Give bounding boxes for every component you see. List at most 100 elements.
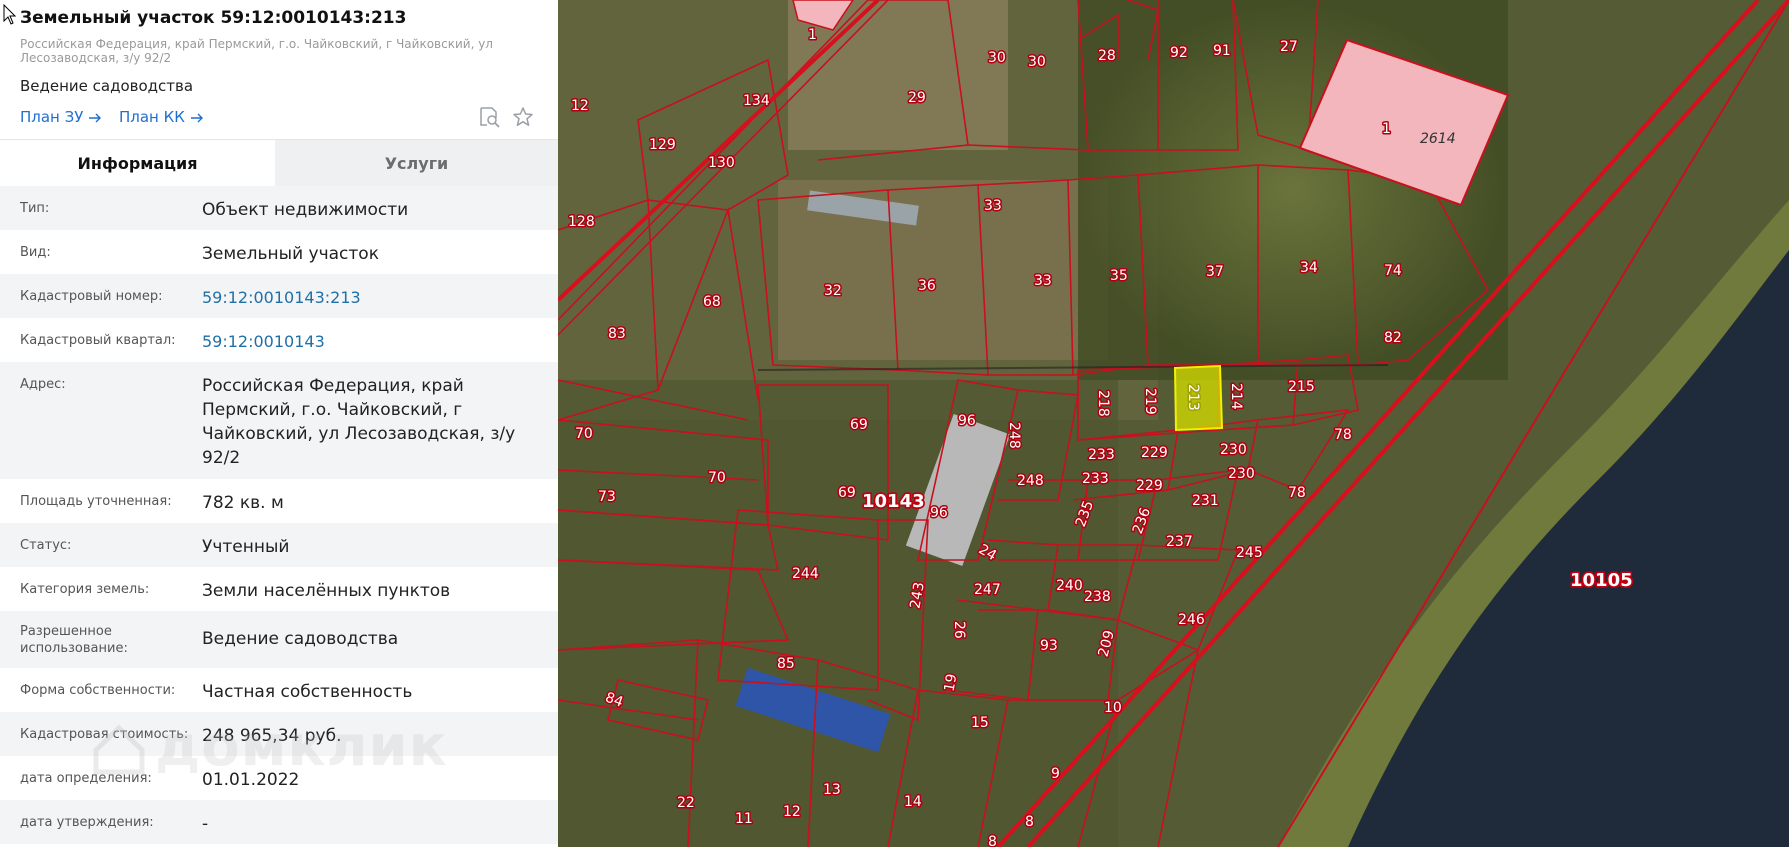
parcel-label: 19 [941,673,960,693]
info-row-land-category: Категория земель: Земли населённых пункт… [0,567,558,611]
info-row-cadastral-value: Кадастровая стоимость: 248 965,34 руб. [0,712,558,756]
info-label: Форма собственности: [20,683,176,698]
info-label: дата определения: [20,771,152,786]
parcel-address-subtitle: Российская Федерация, край Пермский, г.о… [20,37,493,65]
star-icon[interactable] [512,106,534,128]
parcel-label: 83 [608,326,626,342]
permitted-use-subtitle: Ведение садоводства [20,77,194,95]
parcel-label: 85 [777,656,795,672]
parcel-label: 30 [988,50,1006,66]
parcel-label: 2614 [1420,131,1456,147]
info-row-status: Статус: Учтенный [0,523,558,567]
search-document-icon[interactable] [478,106,500,128]
parcel-label: 1 [1382,121,1391,137]
parcel-label: 129 [649,137,676,153]
parcel-label: 214 [1228,383,1244,410]
info-row-permitted-use: Разрешенное использование: Ведение садов… [0,611,558,668]
info-row-type: Тип: Объект недвижимости [0,186,558,230]
parcel-label: 78 [1288,485,1306,501]
info-label: Статус: [20,538,72,553]
parcel-label: 9 [1051,766,1060,782]
parcel-label: 231 [1192,493,1219,509]
parcel-label: 230 [1228,466,1255,482]
tab-information[interactable]: Информация [0,140,275,187]
plan-kk-link[interactable]: План КК [119,108,204,126]
parcel-label: 35 [1110,268,1128,284]
parcel-label: 29 [908,90,926,106]
parcel-label: 240 [1056,578,1083,594]
parcel-label-selected: 213 [1185,384,1201,411]
parcel-label: 69 [838,485,856,501]
cadastral-map[interactable]: 1 30 30 28 92 91 27 29 12 134 129 130 12… [558,0,1789,847]
parcel-label: 96 [930,505,948,521]
parcel-label: 13 [823,782,841,798]
parcel-label: 248 [1017,473,1044,489]
quarter-label: 10105 [1570,570,1633,591]
map-canvas[interactable]: 1 30 30 28 92 91 27 29 12 134 129 130 12… [558,0,1789,847]
plan-kk-label: План КК [119,108,185,126]
info-value: Объект недвижимости [202,200,409,220]
parcel-label: 15 [971,715,989,731]
parcel-label: 74 [1384,263,1402,279]
parcel-label: 37 [1206,264,1224,280]
cadastral-quarter-link[interactable]: 59:12:0010143 [202,330,532,354]
info-label: Кадастровый квартал: [20,333,176,348]
parcel-label: 12 [571,98,589,114]
parcel-label: 8 [988,834,997,847]
info-row-cadastral-quarter: Кадастровый квартал: 59:12:0010143 [0,318,558,362]
cadastral-number-link[interactable]: 59:12:0010143:213 [202,286,532,310]
plan-zu-link[interactable]: План ЗУ [20,108,102,126]
info-value: Земли населённых пунктов [202,581,451,601]
parcel-label: 12 [783,804,801,820]
parcel-label: 96 [958,413,976,429]
parcel-label: 33 [984,198,1002,214]
parcel-label: 82 [1384,330,1402,346]
info-label: Адрес: [20,377,66,392]
info-row-area: Площадь уточненная: 782 кв. м [0,479,558,523]
info-value: 248 965,34 руб. [202,726,342,746]
info-row-cadastral-number: Кадастровый номер: 59:12:0010143:213 [0,274,558,318]
info-value: Ведение садоводства [202,629,399,649]
parcel-label: 233 [1088,447,1115,463]
parcel-label: 128 [568,214,595,230]
info-label: Тип: [20,201,50,216]
parcel-title: Земельный участок 59:12:0010143:213 [20,8,407,28]
info-value: Учтенный [202,537,290,557]
parcel-label: 93 [1040,638,1058,654]
tab-services[interactable]: Услуги [275,140,558,187]
parcel-label: 91 [1213,43,1231,59]
arrow-right-icon [89,113,102,122]
parcel-label: 14 [904,794,922,810]
info-label: Разрешенное использование: [20,624,128,656]
parcel-label: 11 [735,811,753,827]
quarter-label: 10143 [862,491,925,512]
parcel-label: 70 [708,470,726,486]
arrow-right-icon [190,113,203,122]
info-table: Тип: Объект недвижимости Вид: Земельный … [0,186,558,844]
mouse-pointer-icon [3,4,17,25]
info-value: Частная собственность [202,682,413,702]
parcel-label: 78 [1334,427,1352,443]
info-label: Категория земель: [20,582,150,597]
info-panel: Земельный участок 59:12:0010143:213 Росс… [0,0,558,847]
parcel-label: 26 [951,621,967,639]
parcel-label: 247 [974,582,1001,598]
parcel-label: 68 [703,294,721,310]
parcel-label: 229 [1141,445,1168,461]
info-label: Кадастровая стоимость: [20,727,189,742]
info-label: дата утверждения: [20,815,154,830]
residential-vegetation [558,380,1118,847]
parcel-label: 32 [824,283,842,299]
parcel-label: 229 [1136,478,1163,494]
info-value: 01.01.2022 [202,770,300,790]
parcel-label: 215 [1288,379,1315,395]
parcel-label: 244 [792,566,819,582]
parcel-label: 92 [1170,45,1188,61]
plan-zu-label: План ЗУ [20,108,84,126]
info-value: Земельный участок [202,244,379,264]
info-label: Площадь уточненная: [20,494,172,509]
info-label: Вид: [20,245,51,260]
info-row-address: Адрес: Российская Федерация, край Пермск… [0,362,558,479]
parcel-label: 8 [1025,814,1034,830]
parcel-label: 10 [1104,700,1122,716]
